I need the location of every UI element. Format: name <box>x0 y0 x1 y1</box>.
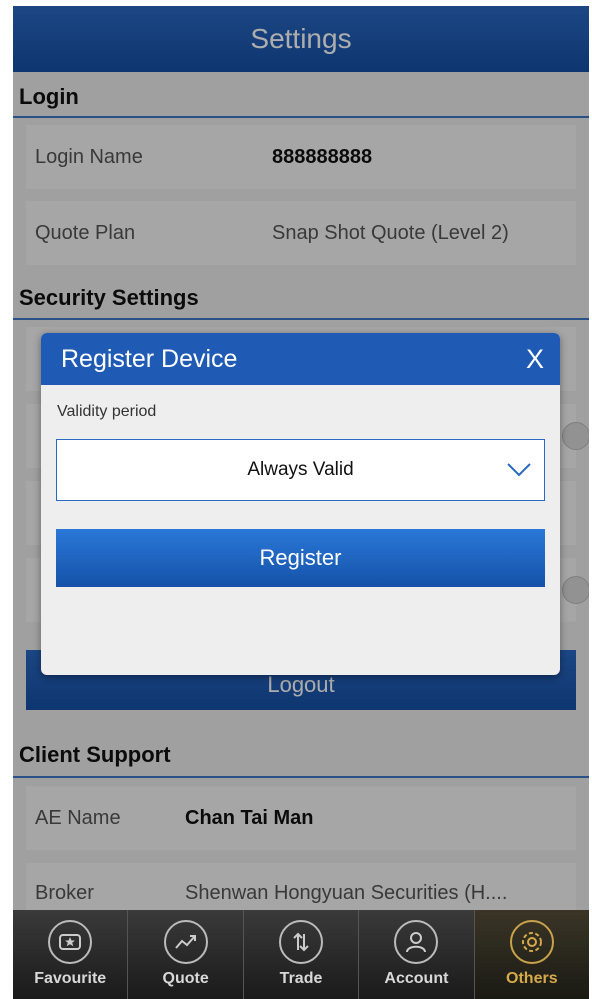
trade-icon <box>279 920 324 964</box>
validity-period-value: Always Valid <box>247 459 354 480</box>
account-icon <box>394 920 439 964</box>
settings-screen: Settings Login Login Name 888888888 Quot… <box>13 6 589 999</box>
tab-trade[interactable]: Trade <box>243 910 360 999</box>
tab-others[interactable]: Others <box>474 910 589 999</box>
tab-label: Others <box>506 970 558 987</box>
validity-period-select[interactable]: Always Valid <box>56 439 545 501</box>
tab-label: Favourite <box>34 970 107 987</box>
register-label: Register <box>259 545 342 570</box>
dialog-title: Register Device <box>61 344 238 373</box>
tab-label: Quote <box>162 970 209 987</box>
tab-label: Account <box>384 970 449 987</box>
others-icon <box>509 920 554 964</box>
register-button[interactable]: Register <box>56 529 545 587</box>
tab-account[interactable]: Account <box>359 910 475 999</box>
favourite-icon <box>48 920 93 964</box>
tab-quote[interactable]: Quote <box>128 910 244 999</box>
tab-label: Trade <box>279 970 323 987</box>
quote-icon <box>163 920 208 964</box>
close-icon[interactable]: X <box>526 344 544 375</box>
tab-favourite[interactable]: Favourite <box>13 910 129 999</box>
validity-period-label: Validity period <box>57 403 157 420</box>
bottom-tab-bar: Favourite Quote Trade Account Others <box>13 910 589 999</box>
register-device-dialog: Register Device X Validity period Always… <box>41 333 560 675</box>
dialog-header: Register Device X <box>41 333 560 385</box>
chevron-down-icon <box>507 463 531 477</box>
